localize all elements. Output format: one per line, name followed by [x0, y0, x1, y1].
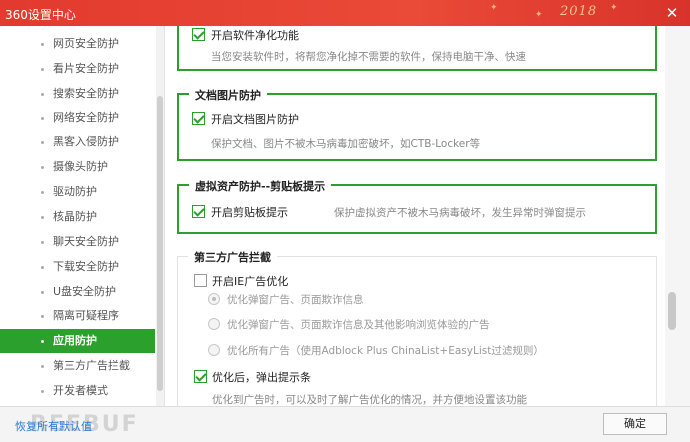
- sidebar-item-ad-block[interactable]: 第三方广告拦截: [0, 354, 155, 378]
- clipboard-alert-description: 保护虚拟资产不被木马病毒破坏，发生异常时弹窗提示: [334, 207, 586, 219]
- title-bar: 360设置中心 ✦ ✦ 2018 ✦ ✕: [0, 0, 690, 26]
- ad-block-group: 第三方广告拦截 开启IE广告优化 优化弹窗广告、页面欺诈信息 优化弹窗广告、页面…: [177, 249, 657, 406]
- virtual-asset-group: 虚拟资产防护--剪贴板提示 开启剪贴板提示 保护虚拟资产不被木马病毒破坏，发生异…: [177, 178, 657, 234]
- sidebar-item-search-protection[interactable]: 搜索安全防护: [0, 82, 155, 106]
- sidebar-item-driver-protection[interactable]: 驱动防护: [0, 180, 155, 204]
- doc-image-group: 文档图片防护 开启文档图片防护 保护文档、图片不被木马病毒加密破坏，如CTB-L…: [177, 87, 657, 161]
- sidebar-item-developer-mode[interactable]: 开发者模式: [0, 379, 155, 403]
- year-decoration: 2018: [560, 4, 598, 19]
- clipboard-alert-label: 开启剪贴板提示: [211, 206, 288, 219]
- software-purify-description: 当您安装软件时，将帮您净化掉不需要的软件，保持电脑干净、快速: [211, 51, 526, 63]
- content-scrollbar[interactable]: [665, 26, 690, 406]
- sidebar-item-core-crystal[interactable]: 核晶防护: [0, 205, 155, 229]
- ad-option-radio-all[interactable]: [208, 344, 220, 356]
- content-scrollbar-thumb[interactable]: [668, 292, 676, 330]
- confirm-button[interactable]: 确定: [603, 413, 667, 435]
- ie-ad-optimize-label: 开启IE广告优化: [212, 275, 289, 288]
- ad-notify-label: 优化后，弹出提示条: [212, 371, 311, 384]
- sidebar-scrollbar-thumb[interactable]: [157, 96, 163, 391]
- ad-notify-description: 优化到广告时，可以及时了解广告优化的情况，并方便地设置该功能: [212, 394, 527, 406]
- footer-bar: REEBUF 恢复所有默认值 确定: [0, 406, 690, 442]
- virtual-asset-title: 虚拟资产防护--剪贴板提示: [189, 178, 332, 194]
- sparkle-icon: ✦: [535, 10, 543, 20]
- ad-option-enhanced-label: 优化弹窗广告、页面欺诈信息及其他影响浏览体验的广告: [227, 319, 490, 331]
- settings-content: 开启软件净化功能 当您安装软件时，将帮您净化掉不需要的软件，保持电脑干净、快速 …: [165, 26, 690, 406]
- software-purify-checkbox[interactable]: [192, 28, 205, 41]
- sidebar-item-network-protection[interactable]: 网络安全防护: [0, 106, 155, 130]
- ad-notify-checkbox[interactable]: [194, 370, 207, 383]
- software-purify-group: 开启软件净化功能 当您安装软件时，将帮您净化掉不需要的软件，保持电脑干净、快速: [177, 26, 657, 71]
- close-icon[interactable]: ✕: [663, 4, 681, 22]
- ie-ad-optimize-checkbox[interactable]: [194, 274, 207, 287]
- sidebar-item-app-protection[interactable]: 应用防护: [0, 329, 155, 353]
- ad-option-radio-basic[interactable]: [208, 293, 220, 305]
- ad-option-all-label: 优化所有广告（使用Adblock Plus ChinaList+EasyList…: [227, 345, 544, 357]
- sidebar-item-camera-protection[interactable]: 摄像头防护: [0, 155, 155, 179]
- sidebar-item-hacker-protection[interactable]: 黑客入侵防护: [0, 130, 155, 154]
- sidebar-item-web-protection[interactable]: 网页安全防护: [0, 32, 155, 56]
- sidebar-item-video-protection[interactable]: 看片安全防护: [0, 57, 155, 81]
- window-title: 360设置中心: [5, 8, 76, 22]
- sidebar-item-chat-protection[interactable]: 聊天安全防护: [0, 230, 155, 254]
- doc-image-title: 文档图片防护: [189, 87, 267, 103]
- sidebar-item-quarantine[interactable]: 隔离可疑程序: [0, 304, 155, 328]
- restore-defaults-link[interactable]: 恢复所有默认值: [15, 418, 92, 434]
- sidebar-item-download-protection[interactable]: 下载安全防护: [0, 255, 155, 279]
- software-purify-label: 开启软件净化功能: [211, 29, 299, 42]
- ad-option-basic-label: 优化弹窗广告、页面欺诈信息: [227, 294, 364, 306]
- sparkle-icon: ✦: [610, 3, 618, 13]
- doc-image-checkbox[interactable]: [192, 112, 205, 125]
- doc-image-description: 保护文档、图片不被木马病毒加密破坏，如CTB-Locker等: [211, 138, 481, 150]
- clipboard-alert-checkbox[interactable]: [192, 205, 205, 218]
- ad-block-title: 第三方广告拦截: [188, 249, 277, 265]
- sparkle-icon: ✦: [490, 3, 498, 13]
- sidebar: 网页安全防护 看片安全防护 搜索安全防护 网络安全防护 黑客入侵防护 摄像头防护…: [0, 26, 165, 406]
- ad-option-radio-enhanced[interactable]: [208, 318, 220, 330]
- doc-image-label: 开启文档图片防护: [211, 113, 299, 126]
- sidebar-item-usb-protection[interactable]: U盘安全防护: [0, 280, 155, 304]
